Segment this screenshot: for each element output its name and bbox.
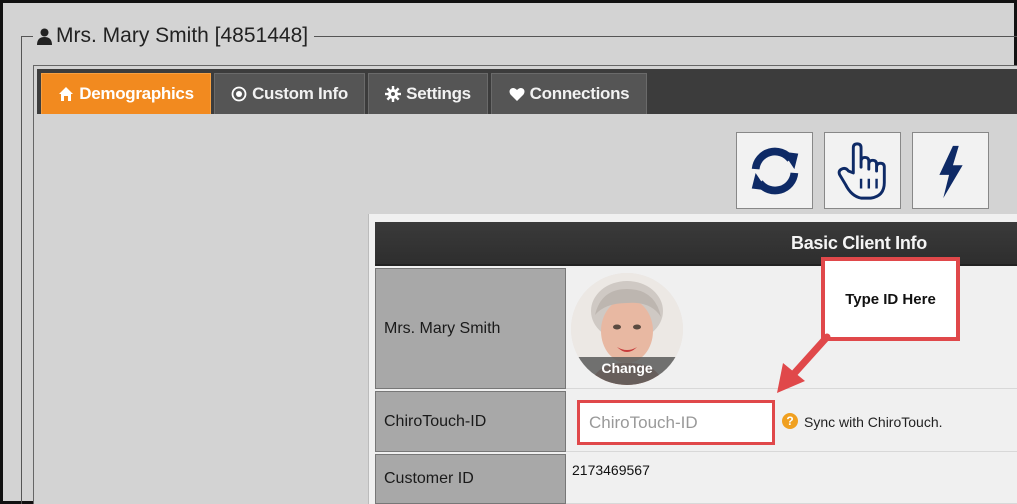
avatar[interactable]: Change [571, 273, 683, 385]
select-button[interactable] [824, 132, 901, 209]
gear-icon [385, 86, 402, 102]
tab-settings[interactable]: Settings [368, 73, 488, 114]
tab-label: Custom Info [252, 84, 348, 103]
tab-demographics[interactable]: Demographics [41, 73, 211, 114]
home-icon [59, 87, 74, 101]
tab-label: Connections [529, 84, 630, 103]
user-icon [37, 28, 52, 45]
heart-icon [509, 87, 525, 101]
card-title: Basic Client Info [791, 233, 927, 253]
callout-text: Type ID Here [845, 291, 936, 308]
help-icon[interactable]: ? [782, 413, 798, 429]
row-label-customer-id: Customer ID [375, 454, 566, 504]
target-icon [231, 86, 247, 102]
customer-id-value: 2173469567 [572, 462, 650, 478]
pointer-hand-icon [837, 141, 886, 200]
tab-custom-info[interactable]: Custom Info [214, 73, 365, 114]
quick-action-button[interactable] [912, 132, 989, 209]
tab-connections[interactable]: Connections [491, 73, 647, 114]
record-title: Mrs. Mary Smith [4851448] [56, 24, 309, 47]
change-photo-button[interactable]: Change [571, 357, 683, 385]
refresh-button[interactable] [736, 132, 813, 209]
row-label-name: Mrs. Mary Smith [375, 268, 566, 389]
refresh-icon [751, 147, 798, 194]
annotation-arrow-icon [777, 333, 831, 393]
annotation-callout: Type ID Here [821, 257, 960, 341]
row-label-chirotouch: ChiroTouch-ID [375, 391, 566, 452]
record-legend: Mrs. Mary Smith [4851448] [33, 23, 315, 49]
sync-help-text: Sync with ChiroTouch. [804, 414, 943, 430]
tab-label: Settings [406, 84, 471, 103]
tab-label: Demographics [79, 84, 194, 103]
lightning-icon [938, 145, 963, 198]
chirotouch-id-input[interactable] [577, 400, 775, 445]
